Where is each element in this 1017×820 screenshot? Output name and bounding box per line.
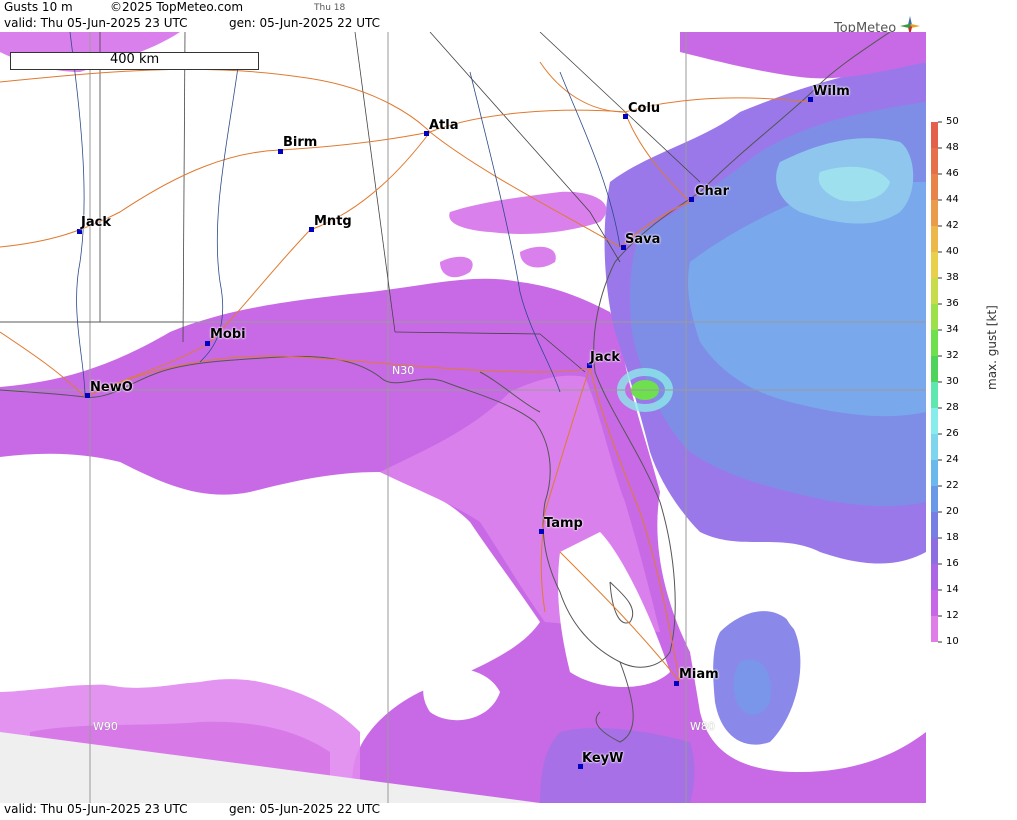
legend-tick-label: 16	[946, 558, 959, 569]
legend-swatch	[931, 200, 938, 226]
legend-swatch	[931, 278, 938, 304]
city-label[interactable]: Atla	[429, 118, 459, 133]
lat-label-n30: N30	[392, 364, 415, 377]
legend-tick-label: 34	[946, 324, 959, 335]
legend-swatch	[931, 512, 938, 538]
legend-swatch	[931, 564, 938, 590]
legend-swatch	[931, 174, 938, 200]
scale-label: 400 km	[110, 52, 160, 67]
legend-swatch	[931, 590, 938, 616]
legend-tick-label: 26	[946, 428, 959, 439]
valid-time: valid: Thu 05-Jun-2025 23 UTC	[4, 16, 188, 30]
footer-gen-time: gen: 05-Jun-2025 22 UTC	[229, 802, 381, 816]
legend-tick-label: 42	[946, 220, 959, 231]
footer-valid-time: valid: Thu 05-Jun-2025 23 UTC	[4, 802, 188, 816]
legend-tick-label: 10	[946, 636, 959, 647]
legend-tick-label: 40	[946, 246, 959, 257]
city-marker	[689, 197, 694, 202]
map-canvas	[0, 32, 926, 803]
product-title: Gusts 10 m	[4, 0, 73, 14]
lon-label-w90: W90	[93, 720, 118, 733]
legend-swatch	[931, 408, 938, 434]
city-label[interactable]: Wilm	[813, 84, 850, 99]
legend-swatch	[931, 356, 938, 382]
legend-swatch	[931, 122, 938, 148]
legend-tick-label: 12	[946, 610, 959, 621]
legend-tick-label: 20	[946, 506, 959, 517]
city-label[interactable]: Char	[695, 184, 729, 199]
legend-tick-label: 50	[946, 116, 959, 127]
legend-tick-label: 44	[946, 194, 959, 205]
city-label[interactable]: Colu	[628, 101, 660, 116]
legend-tick-label: 22	[946, 480, 959, 491]
legend-tick-label: 38	[946, 272, 959, 283]
legend-tick-label: 28	[946, 402, 959, 413]
city-label[interactable]: Tamp	[544, 516, 583, 531]
city-label[interactable]: Mobi	[210, 327, 246, 342]
legend-swatch	[931, 382, 938, 408]
legend-swatch	[931, 486, 938, 512]
legend-tick-label: 18	[946, 532, 959, 543]
legend-tick-label: 30	[946, 376, 959, 387]
legend-tick-label: 24	[946, 454, 959, 465]
legend-tick-label: 48	[946, 142, 959, 153]
city-label[interactable]: Birm	[283, 135, 317, 150]
city-label[interactable]: Jack	[590, 350, 620, 365]
city-label[interactable]: Miam	[679, 667, 719, 682]
city-label[interactable]: Mntg	[314, 214, 352, 229]
legend-tick-label: 32	[946, 350, 959, 361]
legend-tick-label: 14	[946, 584, 959, 595]
forecast-step: Thu 18	[314, 3, 346, 13]
copyright: ©2025 TopMeteo.com	[110, 0, 244, 14]
lon-label-w80: W80	[690, 720, 715, 733]
legend-swatch	[931, 304, 938, 330]
city-label[interactable]: NewO	[90, 380, 133, 395]
footer-valid: valid: Thu 05-Jun-2025 23 UTC gen: 05-Ju…	[4, 802, 380, 816]
legend-swatch	[931, 252, 938, 278]
legend-swatch	[931, 148, 938, 174]
legend-swatch	[931, 616, 938, 642]
gust-map[interactable]	[0, 32, 926, 803]
legend-swatch	[931, 460, 938, 486]
legend-colorbar	[931, 121, 942, 643]
legend-title: max. gust [kt]	[985, 305, 999, 390]
legend-swatch	[931, 538, 938, 564]
legend-tick-label: 36	[946, 298, 959, 309]
legend-swatch	[931, 434, 938, 460]
legend-tick-label: 46	[946, 168, 959, 179]
legend-swatch	[931, 330, 938, 356]
legend-swatch	[931, 226, 938, 252]
gust-field	[0, 32, 926, 803]
city-label[interactable]: Sava	[625, 232, 660, 247]
legend	[926, 0, 1017, 817]
city-label[interactable]: Jack	[81, 215, 111, 230]
gen-time: gen: 05-Jun-2025 22 UTC	[229, 16, 381, 30]
city-label[interactable]: KeyW	[582, 751, 623, 766]
